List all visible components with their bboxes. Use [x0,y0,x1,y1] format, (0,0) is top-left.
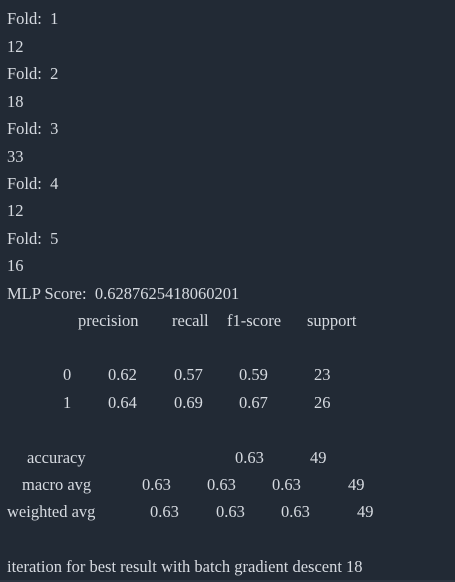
report-macro-avg-precision: 0.63 [142,475,171,494]
final-iteration-line: iteration for best result with batch gra… [7,557,363,576]
report-weighted-avg-label: weighted avg [7,502,96,521]
fold-label-4: Fold: 4 [7,174,59,193]
fold-value-1: 12 [7,37,24,56]
fold-label-3: Fold: 3 [7,119,59,138]
report-cell-recall: 0.57 [174,365,203,384]
report-header-f1: f1-score [227,311,282,330]
report-weighted-avg-recall: 0.63 [216,502,245,521]
fold-label-5: Fold: 5 [7,229,59,248]
fold-label-2: Fold: 2 [7,64,59,83]
report-header-precision: precision [78,311,139,330]
fold-value-4: 12 [7,201,24,220]
report-header-support: support [307,311,357,330]
mlp-score: MLP Score: 0.6287625418060201 [7,284,240,303]
report-cell-support: 26 [314,393,331,412]
report-weighted-avg-support: 49 [357,502,374,521]
report-weighted-avg-f1: 0.63 [281,502,310,521]
report-macro-avg-recall: 0.63 [207,475,236,494]
report-accuracy-f1: 0.63 [235,448,264,467]
report-cell-precision: 0.64 [108,393,137,412]
report-macro-avg-f1: 0.63 [272,475,301,494]
report-cell-precision: 0.62 [108,365,137,384]
report-row-label: 1 [63,393,72,412]
report-cell-f1: 0.59 [239,365,268,384]
report-cell-f1: 0.67 [239,393,268,412]
report-macro-avg-label: macro avg [22,475,92,494]
fold-value-2: 18 [7,92,24,111]
report-row-label: 0 [63,365,72,384]
fold-value-3: 33 [7,147,24,166]
report-macro-avg-support: 49 [348,475,365,494]
report-cell-recall: 0.69 [174,393,203,412]
report-accuracy-label: accuracy [27,448,86,467]
cell-output: Fold: 1 12 Fold: 2 18 Fold: 3 33 Fold: 4… [0,0,455,582]
fold-label-1: Fold: 1 [7,9,59,28]
report-accuracy-support: 49 [310,448,327,467]
report-cell-support: 23 [314,365,331,384]
fold-value-5: 16 [7,256,24,275]
report-header-recall: recall [172,311,209,330]
report-weighted-avg-precision: 0.63 [150,502,179,521]
